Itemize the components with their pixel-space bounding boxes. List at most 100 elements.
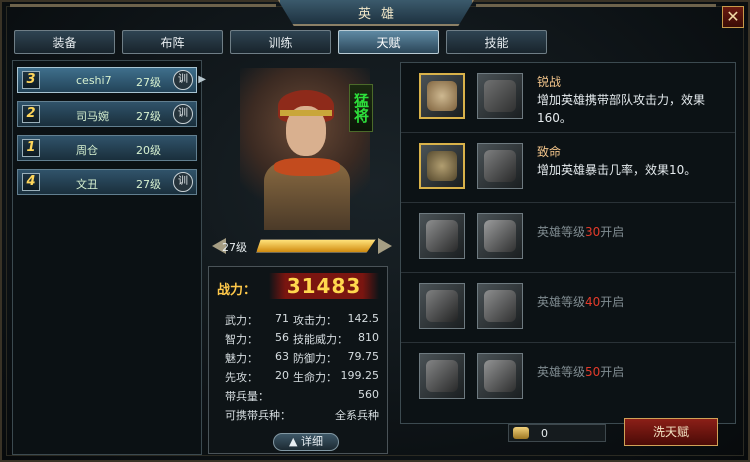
train-icon[interactable]: 训: [173, 70, 193, 90]
level-label: 27级: [222, 241, 247, 254]
stat-grid: 武力： 71 攻击力： 142.5 智力： 56 技能威力： 810 魅力： 6…: [217, 309, 383, 423]
stat-value: 79.75: [347, 350, 380, 363]
stat-value: 20: [275, 369, 289, 382]
stat-label: 可携带兵种：: [225, 409, 291, 422]
currency-display: 0: [508, 424, 606, 442]
stat-value: 142.5: [347, 312, 380, 325]
talent-lock-text: 英雄等级50开启: [537, 365, 625, 379]
talent-lock-text: 英雄等级40开启: [537, 295, 625, 309]
stat-label: 技能威力：: [293, 333, 348, 346]
stat-value: 71: [275, 312, 289, 325]
window-title: 英雄: [357, 6, 404, 22]
hero-list: 3 ceshi7 27级 训 ▶ 2 司马婉 27级 训 1 周仓 20级 4 …: [12, 60, 206, 455]
crossbow-icon[interactable]: [419, 143, 465, 189]
close-button[interactable]: ✕: [722, 6, 744, 28]
hero-rank-badge: 3: [22, 71, 40, 89]
train-icon[interactable]: 训: [173, 104, 193, 124]
fist-icon[interactable]: [419, 73, 465, 119]
level-bar: 27级: [212, 236, 392, 256]
wash-talent-button[interactable]: 洗天赋: [624, 418, 718, 446]
hero-name: 文丑: [76, 178, 98, 191]
window-title-plate: 英雄: [278, 0, 474, 26]
stat-label: 魅力：: [225, 352, 258, 365]
talent-row: 致命 增加英雄暴击几率，效果10。: [401, 133, 735, 203]
talent-desc: 增加英雄暴击几率，效果10。: [537, 163, 697, 177]
stat-value: 63: [275, 350, 289, 363]
hero-rank-badge: 1: [22, 139, 40, 157]
tab-talent[interactable]: 天赋: [338, 30, 439, 54]
stat-label: 生命力：: [293, 371, 337, 384]
hero-name: 周仓: [76, 144, 98, 157]
talent-desc: 增加英雄携带部队攻击力，效果160。: [537, 93, 706, 125]
stat-row: 魅力： 63 防御力： 79.75: [217, 347, 383, 366]
level-progress-fill: [257, 240, 375, 252]
title-ornament-left: [10, 4, 276, 7]
talent-row-locked: 英雄等级40开启: [401, 273, 735, 343]
tab-formation[interactable]: 布阵: [122, 30, 223, 54]
hero-level: 27级: [136, 178, 161, 191]
hero-name: ceshi7: [76, 74, 112, 87]
arrows-icon[interactable]: [419, 213, 465, 259]
talent-skill-icon[interactable]: [477, 73, 523, 119]
hero-row-wenchou[interactable]: 4 文丑 27级 训: [17, 169, 197, 195]
talent-row: 锐战 增加英雄携带部队攻击力，效果160。: [401, 63, 735, 133]
hero-class-tag: 猛将: [349, 84, 373, 132]
stat-row: 带兵量： 560: [217, 385, 383, 404]
stat-value: 560: [358, 388, 379, 401]
armor-icon[interactable]: [477, 213, 523, 259]
hero-rank-badge: 2: [22, 105, 40, 123]
talent-row-locked: 英雄等级50开启: [401, 343, 735, 413]
hero-rank-badge: 4: [22, 173, 40, 191]
stat-row: 先攻： 20 生命力： 199.25: [217, 366, 383, 385]
stat-row: 武力： 71 攻击力： 142.5: [217, 309, 383, 328]
hero-row-ceshi7[interactable]: 3 ceshi7 27级 训 ▶: [17, 67, 206, 93]
talent-name: 致命: [537, 145, 562, 159]
stat-label: 智力：: [225, 333, 258, 346]
detail-button[interactable]: ▲ 详细: [273, 433, 339, 451]
horse-icon[interactable]: [477, 353, 523, 399]
stat-label: 武力：: [225, 314, 258, 327]
hero-row-zhoucang[interactable]: 1 周仓 20级: [17, 135, 197, 161]
portrait-scarf: [274, 158, 340, 176]
hero-name: 司马婉: [76, 110, 109, 123]
currency-value: 0: [541, 427, 548, 440]
portrait-headband: [280, 110, 332, 116]
tab-training[interactable]: 训练: [230, 30, 331, 54]
level-bar-cap-right: [378, 238, 392, 254]
hero-portrait-area: 猛将: [210, 60, 392, 235]
tab-equipment[interactable]: 装备: [14, 30, 115, 54]
stat-value: 810: [358, 331, 379, 344]
stat-value: 全系兵种: [335, 409, 379, 422]
stat-row: 智力： 56 技能威力： 810: [217, 328, 383, 347]
power-label: 战力：: [217, 283, 257, 298]
train-icon[interactable]: 训: [173, 172, 193, 192]
title-ornament-right: [476, 4, 716, 7]
stat-label: 攻击力：: [293, 314, 337, 327]
stats-panel: 战力： 31483 武力： 71 攻击力： 142.5 智力： 56 技能威力：…: [208, 266, 388, 454]
stat-label: 防御力：: [293, 352, 337, 365]
tab-bar: 装备 布阵 训练 天赋 技能: [14, 30, 547, 54]
hero-row-simawan[interactable]: 2 司马婉 27级 训: [17, 101, 197, 127]
stat-value: 56: [275, 331, 289, 344]
talent-name: 锐战: [537, 75, 562, 89]
talent-row-locked: 英雄等级30开启: [401, 203, 735, 273]
stat-row: 可携带兵种： 全系兵种: [217, 404, 383, 423]
hero-level: 27级: [136, 76, 161, 89]
power-value: 31483: [269, 273, 379, 299]
talent-skill-icon[interactable]: [477, 143, 523, 189]
stat-label: 先攻：: [225, 371, 258, 384]
tab-skills[interactable]: 技能: [446, 30, 547, 54]
hero-level: 20级: [136, 144, 161, 157]
spear-icon[interactable]: [419, 283, 465, 329]
stat-value: 199.25: [340, 369, 380, 382]
soldier-icon[interactable]: [419, 353, 465, 399]
shield-icon[interactable]: [477, 283, 523, 329]
hero-level: 27级: [136, 110, 161, 123]
power-row: 战力： 31483: [209, 273, 387, 301]
ingot-icon: [513, 427, 529, 439]
talent-lock-text: 英雄等级30开启: [537, 225, 625, 239]
stat-label: 带兵量：: [225, 390, 269, 403]
level-progress-track: [256, 239, 376, 253]
talent-panel: 锐战 增加英雄携带部队攻击力，效果160。 致命 增加英雄暴击几率，效果10。 …: [400, 62, 736, 424]
selected-arrow-icon: ▶: [198, 74, 206, 85]
